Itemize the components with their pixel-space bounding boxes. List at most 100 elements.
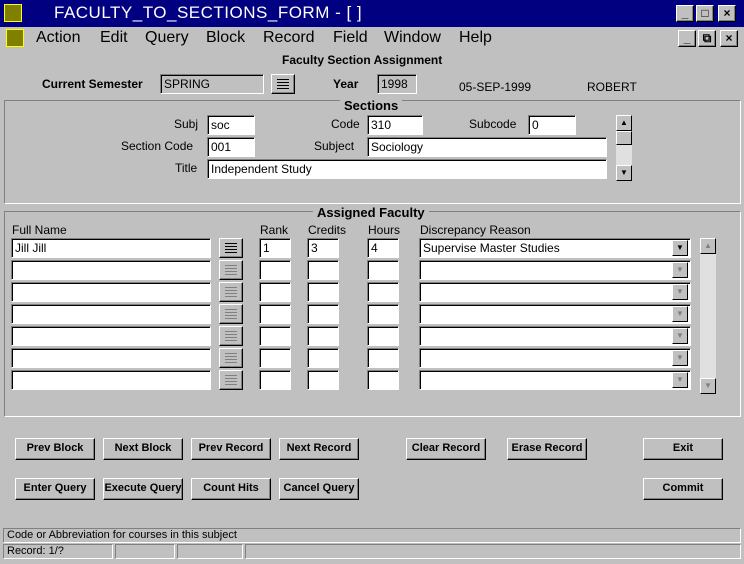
faculty-discrepancy-select[interactable]	[419, 282, 691, 302]
faculty-rank-field[interactable]	[259, 326, 291, 346]
erase-record-button[interactable]: Erase Record	[507, 438, 587, 460]
faculty-rank-field[interactable]: 1	[259, 238, 291, 258]
faculty-discrepancy-select[interactable]	[419, 260, 691, 280]
faculty-hours-field[interactable]	[367, 326, 399, 346]
menu-query[interactable]: Query	[145, 29, 189, 47]
faculty-scroll-down-icon[interactable]: ▼	[700, 378, 716, 394]
faculty-hours-field[interactable]	[367, 260, 399, 280]
faculty-credits-field[interactable]	[307, 348, 339, 368]
clear-record-button[interactable]: Clear Record	[406, 438, 486, 460]
faculty-full-name-field[interactable]	[11, 348, 211, 368]
menu-field[interactable]: Field	[333, 29, 368, 47]
code-label: Code	[331, 117, 360, 131]
faculty-credits-field[interactable]	[307, 326, 339, 346]
chevron-down-icon[interactable]: ▼	[672, 284, 688, 300]
menu-edit[interactable]: Edit	[100, 29, 128, 47]
subject-field[interactable]: Sociology	[367, 137, 607, 157]
commit-button[interactable]: Commit	[643, 478, 723, 500]
faculty-rank-field[interactable]	[259, 348, 291, 368]
faculty-rank-field[interactable]	[259, 370, 291, 390]
faculty-discrepancy-select[interactable]	[419, 304, 691, 324]
faculty-rank-field[interactable]	[259, 282, 291, 302]
cancel-query-button[interactable]: Cancel Query	[279, 478, 359, 500]
faculty-discrepancy-select[interactable]: Supervise Master Studies	[419, 238, 691, 258]
menu-block[interactable]: Block	[206, 29, 245, 47]
chevron-down-icon[interactable]: ▼	[672, 328, 688, 344]
current-semester-field[interactable]: SPRING	[160, 74, 264, 94]
minimize-icon[interactable]: _	[676, 5, 694, 22]
faculty-full-name-field[interactable]	[11, 370, 211, 390]
scroll-thumb[interactable]	[616, 131, 632, 145]
next-block-button[interactable]: Next Block	[103, 438, 183, 460]
document-icon[interactable]	[6, 29, 24, 47]
discrepancy-header: Discrepancy Reason	[420, 223, 531, 237]
subcode-field[interactable]: 0	[528, 115, 576, 135]
faculty-lov-button[interactable]	[219, 260, 243, 280]
faculty-hours-field[interactable]	[367, 370, 399, 390]
year-field[interactable]: 1998	[377, 74, 417, 94]
faculty-discrepancy-select[interactable]	[419, 370, 691, 390]
menu-help[interactable]: Help	[459, 29, 492, 47]
faculty-rank-field[interactable]	[259, 304, 291, 324]
enter-query-button[interactable]: Enter Query	[15, 478, 95, 500]
faculty-full-name-field[interactable]	[11, 326, 211, 346]
list-of-values-icon	[225, 265, 237, 275]
faculty-lov-button[interactable]	[219, 370, 243, 390]
faculty-discrepancy-select[interactable]	[419, 326, 691, 346]
faculty-hours-field[interactable]	[367, 348, 399, 368]
exit-button[interactable]: Exit	[643, 438, 723, 460]
faculty-credits-field[interactable]	[307, 304, 339, 324]
scroll-up-icon[interactable]: ▲	[616, 115, 632, 131]
faculty-hours-field[interactable]	[367, 304, 399, 324]
prev-block-button[interactable]: Prev Block	[15, 438, 95, 460]
close-icon[interactable]: ×	[718, 5, 736, 22]
faculty-rank-field[interactable]	[259, 260, 291, 280]
faculty-full-name-field[interactable]: Jill Jill	[11, 238, 211, 258]
chevron-down-icon[interactable]: ▼	[672, 262, 688, 278]
faculty-scrollbar[interactable]	[700, 238, 716, 394]
app-icon[interactable]	[4, 4, 22, 22]
faculty-hours-field[interactable]: 4	[367, 238, 399, 258]
doc-restore-icon[interactable]: ⧉	[698, 30, 716, 47]
chevron-down-icon[interactable]: ▼	[672, 240, 688, 256]
faculty-hours-field[interactable]	[367, 282, 399, 302]
menu-action[interactable]: Action	[36, 29, 80, 47]
faculty-lov-button[interactable]	[219, 238, 243, 258]
scroll-down-icon[interactable]: ▼	[616, 165, 632, 181]
faculty-credits-field[interactable]: 3	[307, 238, 339, 258]
subj-field[interactable]: soc	[207, 115, 255, 135]
faculty-lov-button[interactable]	[219, 326, 243, 346]
status-cell-2	[115, 544, 175, 559]
chevron-down-icon[interactable]: ▼	[672, 306, 688, 322]
faculty-full-name-field[interactable]	[11, 304, 211, 324]
faculty-credits-field[interactable]	[307, 260, 339, 280]
menu-window[interactable]: Window	[384, 29, 441, 47]
code-field[interactable]: 310	[367, 115, 423, 135]
next-record-button[interactable]: Next Record	[279, 438, 359, 460]
faculty-credits-field[interactable]	[307, 282, 339, 302]
prev-record-button[interactable]: Prev Record	[191, 438, 271, 460]
subj-label: Subj	[174, 117, 199, 131]
faculty-full-name-field[interactable]	[11, 260, 211, 280]
faculty-credits-field[interactable]	[307, 370, 339, 390]
faculty-full-name-field[interactable]	[11, 282, 211, 302]
title-field[interactable]: Independent Study	[207, 159, 607, 179]
chevron-down-icon[interactable]: ▼	[672, 372, 688, 388]
doc-close-icon[interactable]: ×	[720, 30, 738, 47]
section-code-field[interactable]: 001	[207, 137, 255, 157]
doc-minimize-icon[interactable]: _	[678, 30, 696, 47]
faculty-lov-button[interactable]	[219, 304, 243, 324]
maximize-icon[interactable]: □	[696, 5, 714, 22]
count-hits-button[interactable]: Count Hits	[191, 478, 271, 500]
semester-lov-button[interactable]	[271, 74, 295, 94]
menu-bar: Action Edit Query Block Record Field Win…	[0, 27, 744, 49]
credits-header: Credits	[308, 223, 347, 237]
faculty-lov-button[interactable]	[219, 282, 243, 302]
menu-record[interactable]: Record	[263, 29, 315, 47]
status-cell-3	[177, 544, 243, 559]
chevron-down-icon[interactable]: ▼	[672, 350, 688, 366]
faculty-lov-button[interactable]	[219, 348, 243, 368]
execute-query-button[interactable]: Execute Query	[103, 478, 183, 500]
faculty-discrepancy-select[interactable]	[419, 348, 691, 368]
faculty-scroll-up-icon[interactable]: ▲	[700, 238, 716, 254]
